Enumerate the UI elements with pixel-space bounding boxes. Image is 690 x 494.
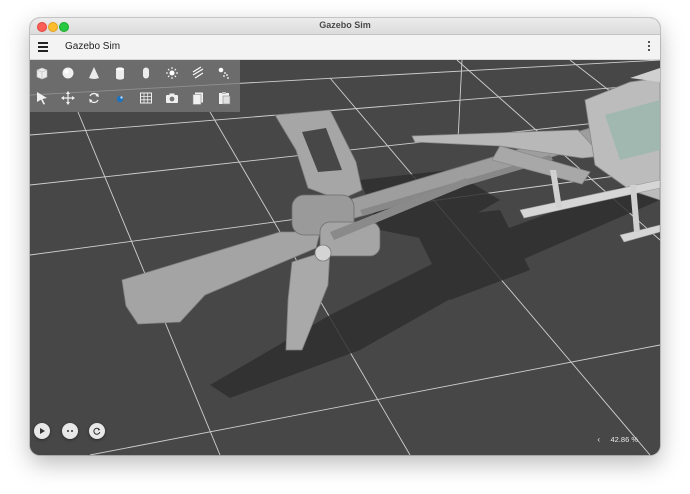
spot-light-icon[interactable]	[215, 64, 233, 82]
rotate-icon[interactable]	[85, 89, 103, 107]
app-window: Gazebo Sim Gazebo Sim ‹ 42.86 %	[30, 18, 660, 455]
directional-light-icon[interactable]	[189, 64, 207, 82]
grid-view-icon[interactable]	[137, 89, 155, 107]
paste-icon[interactable]	[215, 89, 233, 107]
transform-control-icon[interactable]	[111, 89, 129, 107]
shape-toolbar	[30, 60, 240, 112]
sphere-icon[interactable]	[59, 64, 77, 82]
3d-scene-viewport[interactable]: ‹ 42.86 %	[30, 60, 660, 455]
app-toolbar: Gazebo Sim	[30, 35, 660, 60]
reset-icon[interactable]	[89, 423, 105, 439]
point-light-icon[interactable]	[163, 64, 181, 82]
real-time-factor: 42.86 %	[610, 435, 638, 444]
window-title: Gazebo Sim	[319, 20, 371, 30]
play-icon[interactable]	[34, 423, 50, 439]
model-shadow	[210, 170, 660, 398]
camera-icon[interactable]	[163, 89, 181, 107]
cylinder-icon[interactable]	[111, 64, 129, 82]
hamburger-menu-icon[interactable]	[38, 42, 48, 52]
scene-render	[30, 60, 660, 455]
step-icon[interactable]	[62, 423, 78, 439]
window-titlebar: Gazebo Sim	[30, 18, 660, 35]
expand-stats-icon[interactable]: ‹	[597, 435, 600, 444]
translate-icon[interactable]	[59, 89, 77, 107]
select-arrow-icon[interactable]	[33, 89, 51, 107]
cone-icon[interactable]	[85, 64, 103, 82]
app-title: Gazebo Sim	[65, 41, 121, 52]
capsule-icon[interactable]	[137, 64, 155, 82]
more-options-icon[interactable]	[647, 41, 651, 53]
box-icon[interactable]	[33, 64, 51, 82]
ground-grid	[30, 60, 660, 455]
copy-icon[interactable]	[189, 89, 207, 107]
